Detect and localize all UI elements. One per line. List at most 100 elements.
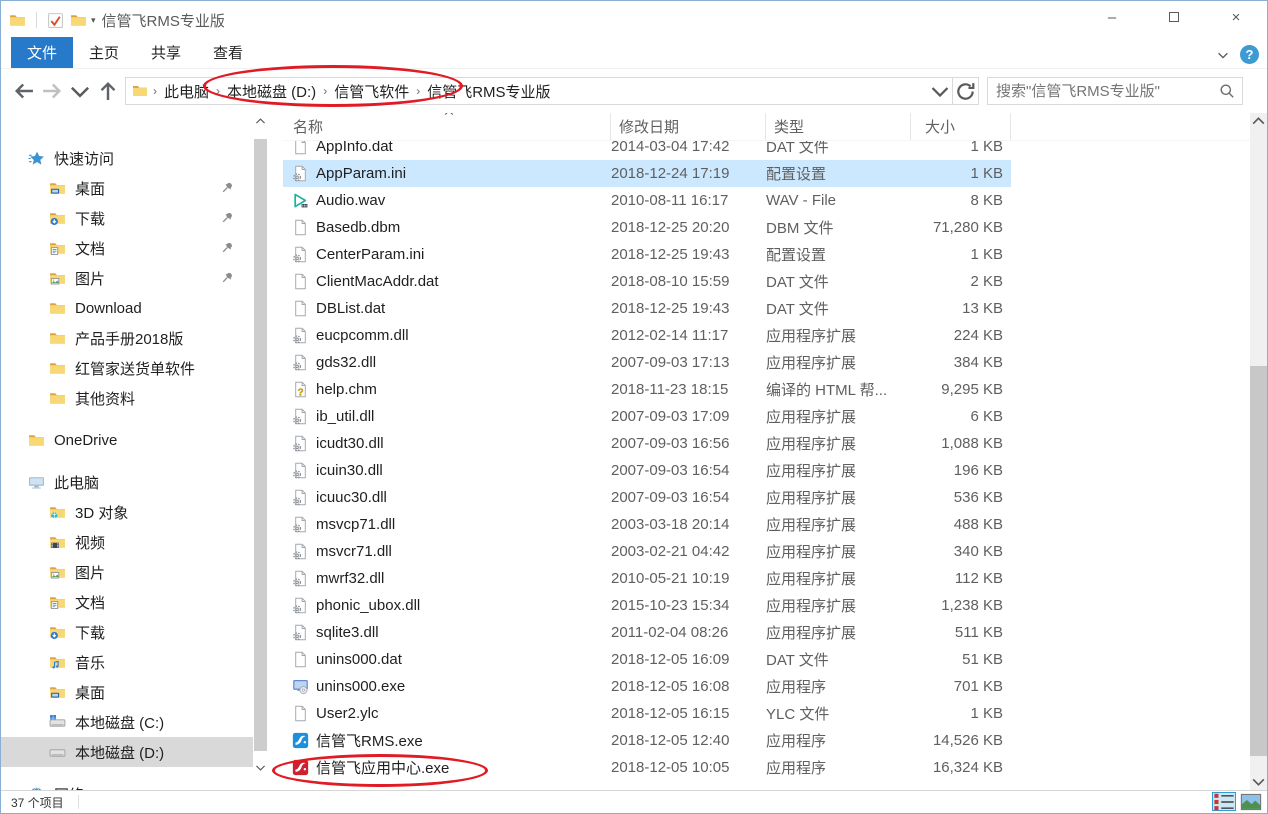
dll-icon <box>292 327 309 344</box>
sidebar-item-18[interactable]: 本地磁盘 (C:) <box>1 707 253 737</box>
list-scrollbar[interactable] <box>1250 113 1267 790</box>
sidebar-item-8[interactable]: 其他资料 <box>1 383 253 413</box>
scroll-down-icon[interactable] <box>1250 773 1267 790</box>
file-size: 536 KB <box>911 489 1011 506</box>
table-row[interactable]: msvcr71.dll 2003-02-21 04:42 应用程序扩展 340 … <box>283 538 1011 565</box>
maximize-button[interactable] <box>1143 1 1205 33</box>
sidebar-item-label: 音乐 <box>75 652 105 673</box>
table-row[interactable]: ib_util.dll 2007-09-03 17:09 应用程序扩展 6 KB <box>283 403 1011 430</box>
forward-button[interactable] <box>39 78 65 104</box>
breadcrumb-item[interactable]: 本地磁盘 (D:) <box>221 81 322 102</box>
sidebar-item-7[interactable]: 红管家送货单软件 <box>1 353 253 383</box>
table-row[interactable]: phonic_ubox.dll 2015-10-23 15:34 应用程序扩展 … <box>283 592 1011 619</box>
address-bar[interactable]: ›此电脑›本地磁盘 (D:)›信管飞软件›信管飞RMS专业版 <box>125 77 953 105</box>
table-row[interactable]: unins000.exe 2018-12-05 16:08 应用程序 701 K… <box>283 673 1011 700</box>
sidebar-item-5[interactable]: Download <box>1 293 253 323</box>
table-row[interactable]: msvcp71.dll 2003-03-18 20:14 应用程序扩展 488 … <box>283 511 1011 538</box>
sidebar-item-11[interactable]: 3D 对象 <box>1 497 253 527</box>
table-row[interactable]: icuin30.dll 2007-09-03 16:54 应用程序扩展 196 … <box>283 457 1011 484</box>
sidebar-item-14[interactable]: 文档 <box>1 587 253 617</box>
column-header-name[interactable]: 名称 <box>283 113 611 140</box>
tab-3[interactable]: 查看 <box>197 37 259 68</box>
qat-dropdown-icon[interactable]: ▾ <box>91 15 96 26</box>
sidebar-item-12[interactable]: 视频 <box>1 527 253 557</box>
scroll-down-icon[interactable] <box>254 759 267 775</box>
thumbnails-view-button[interactable] <box>1239 792 1263 811</box>
table-row[interactable]: AppParam.ini 2018-12-24 17:19 配置设置 1 KB <box>283 160 1011 187</box>
sidebar-item-20[interactable]: 网络 <box>1 779 253 790</box>
breadcrumb-item[interactable]: 信管飞软件 <box>328 81 415 102</box>
recent-locations-icon[interactable] <box>67 78 93 104</box>
column-header-date[interactable]: 修改日期 <box>611 113 766 140</box>
table-row[interactable]: unins000.dat 2018-12-05 16:09 DAT 文件 51 … <box>283 646 1011 673</box>
table-row[interactable]: ? help.chm 2018-11-23 18:15 编译的 HTML 帮..… <box>283 376 1011 403</box>
refresh-button[interactable] <box>953 77 979 105</box>
ribbon-collapse-icon[interactable] <box>1216 48 1230 62</box>
sidebar-item-6[interactable]: 产品手册2018版 <box>1 323 253 353</box>
scrollbar-thumb[interactable] <box>254 139 267 751</box>
sidebar-item-2[interactable]: 下载 <box>1 203 253 233</box>
tab-1[interactable]: 主页 <box>73 37 135 68</box>
table-row[interactable]: 信管飞应用中心.exe 2018-12-05 10:05 应用程序 16,324… <box>283 754 1011 781</box>
table-row[interactable]: Basedb.dbm 2018-12-25 20:20 DBM 文件 71,28… <box>283 214 1011 241</box>
sidebar-item-16[interactable]: 音乐 <box>1 647 253 677</box>
tab-0[interactable]: 文件 <box>11 37 73 68</box>
table-row[interactable]: Audio.wav 2010-08-11 16:17 WAV - File 8 … <box>283 187 1011 214</box>
sidebar-item-15[interactable]: 下载 <box>1 617 253 647</box>
sidebar-item-13[interactable]: 图片 <box>1 557 253 587</box>
sidebar-item-17[interactable]: 桌面 <box>1 677 253 707</box>
search-input[interactable] <box>996 83 1214 100</box>
file-size: 2 KB <box>911 273 1011 290</box>
chevron-down-icon <box>1250 773 1267 790</box>
file-type: 应用程序扩展 <box>766 406 911 427</box>
file-type: 配置设置 <box>766 244 911 265</box>
sidebar-item-0[interactable]: 快速访问 <box>1 143 253 173</box>
column-header-type[interactable]: 类型 <box>766 113 911 140</box>
sidebar-item-10[interactable]: 此电脑 <box>1 467 253 497</box>
table-row[interactable]: DBList.dat 2018-12-25 19:43 DAT 文件 13 KB <box>283 295 1011 322</box>
tab-2[interactable]: 共享 <box>135 37 197 68</box>
file-date: 2018-12-05 16:09 <box>611 651 766 668</box>
file-size: 16,324 KB <box>911 759 1011 776</box>
table-row[interactable]: mwrf32.dll 2010-05-21 10:19 应用程序扩展 112 K… <box>283 565 1011 592</box>
file-name: Audio.wav <box>316 192 611 209</box>
table-row[interactable]: gds32.dll 2007-09-03 17:13 应用程序扩展 384 KB <box>283 349 1011 376</box>
scroll-up-icon[interactable] <box>254 113 267 129</box>
search-box[interactable] <box>987 77 1243 105</box>
navigation-pane: 快速访问 桌面 下载 文档 图片 Download 产品手册2018版 红管家送… <box>1 113 253 790</box>
breadcrumb-item[interactable]: 信管飞RMS专业版 <box>421 81 556 102</box>
sidebar-item-1[interactable]: 桌面 <box>1 173 253 203</box>
table-row[interactable]: CenterParam.ini 2018-12-25 19:43 配置设置 1 … <box>283 241 1011 268</box>
table-row[interactable]: icuuc30.dll 2007-09-03 16:54 应用程序扩展 536 … <box>283 484 1011 511</box>
sidebar-item-3[interactable]: 文档 <box>1 233 253 263</box>
table-row[interactable]: 信管飞RMS.exe 2018-12-05 12:40 应用程序 14,526 … <box>283 727 1011 754</box>
file-date: 2010-05-21 10:19 <box>611 570 766 587</box>
app-red-icon <box>292 759 309 776</box>
close-button[interactable]: × <box>1205 1 1267 33</box>
file-type: 应用程序扩展 <box>766 514 911 535</box>
table-row[interactable]: ClientMacAddr.dat 2018-08-10 15:59 DAT 文… <box>283 268 1011 295</box>
address-dropdown-icon[interactable] <box>928 78 952 104</box>
sidebar-item-9[interactable]: OneDrive <box>1 425 253 455</box>
table-row[interactable]: User2.ylc 2018-12-05 16:15 YLC 文件 1 KB <box>283 700 1011 727</box>
file-name: CenterParam.ini <box>316 246 611 263</box>
file-date: 2018-12-05 16:08 <box>611 678 766 695</box>
help-button[interactable]: ? <box>1240 45 1259 64</box>
breadcrumb-item[interactable]: 此电脑 <box>158 81 215 102</box>
back-button[interactable] <box>11 78 37 104</box>
file-name: AppParam.ini <box>316 165 611 182</box>
sidebar-item-4[interactable]: 图片 <box>1 263 253 293</box>
minimize-button[interactable]: – <box>1081 1 1143 33</box>
details-view-button[interactable] <box>1212 792 1236 811</box>
table-row[interactable]: icudt30.dll 2007-09-03 16:56 应用程序扩展 1,08… <box>283 430 1011 457</box>
file-date: 2018-12-25 19:43 <box>611 300 766 317</box>
sidebar-scrollbar[interactable] <box>253 113 269 790</box>
sidebar-item-19[interactable]: 本地磁盘 (D:) <box>1 737 253 767</box>
table-row[interactable]: eucpcomm.dll 2012-02-14 11:17 应用程序扩展 224… <box>283 322 1011 349</box>
scroll-up-icon[interactable] <box>1250 113 1267 130</box>
up-button[interactable] <box>95 78 121 104</box>
folder-icon <box>70 12 87 29</box>
scrollbar-thumb[interactable] <box>1250 366 1267 756</box>
column-header-size[interactable]: 大小 <box>911 113 1011 140</box>
table-row[interactable]: sqlite3.dll 2011-02-04 08:26 应用程序扩展 511 … <box>283 619 1011 646</box>
